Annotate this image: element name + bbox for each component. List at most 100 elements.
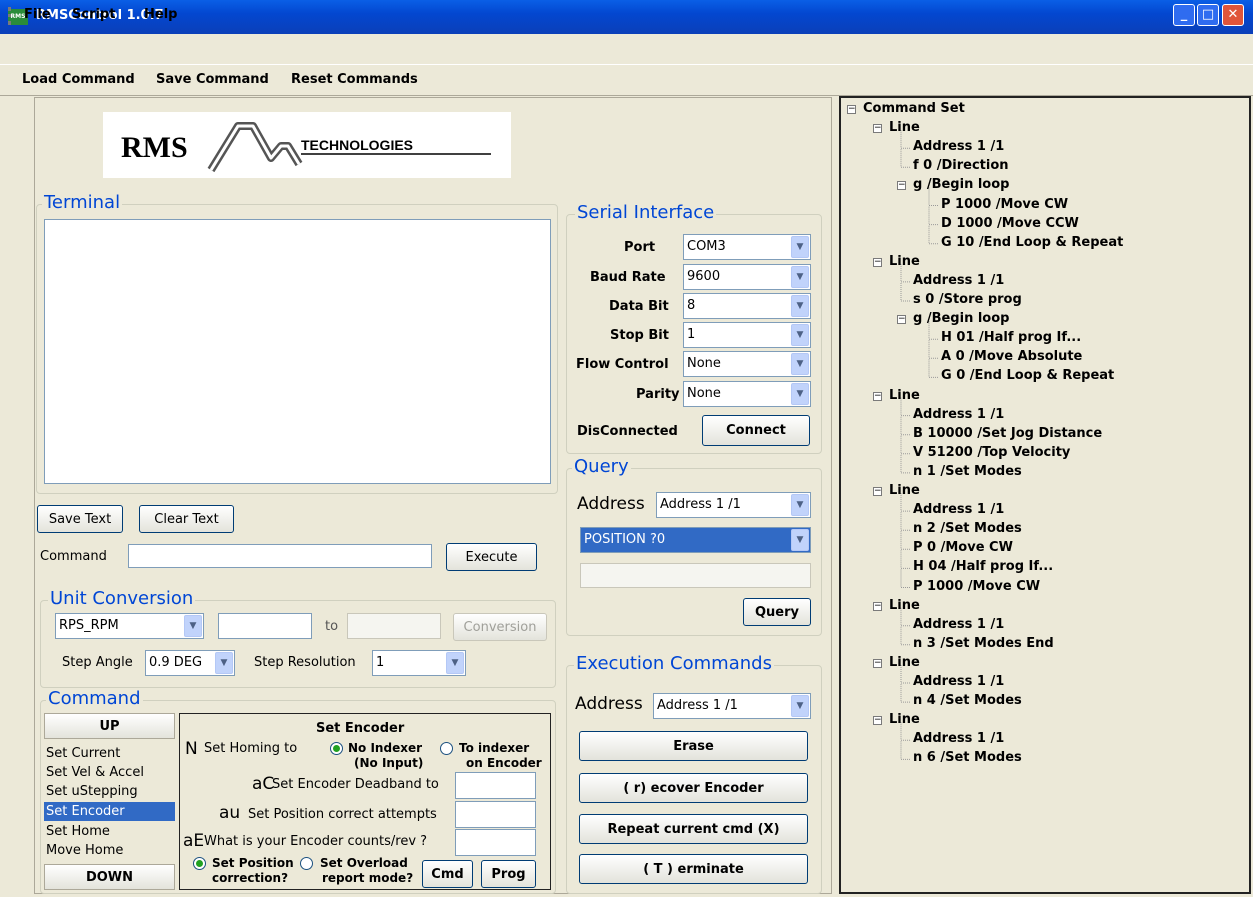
tree-root[interactable]: Command Set — [863, 101, 965, 116]
tree-node[interactable]: g /Begin loop — [913, 311, 1009, 326]
chevron-down-icon[interactable]: ▼ — [446, 652, 464, 674]
counts-rev-input[interactable] — [455, 829, 536, 856]
step-angle-select[interactable]: 0.9 DEG ▼ — [145, 650, 235, 676]
menu-help[interactable]: Help — [144, 7, 177, 22]
tree-node[interactable]: n 1 /Set Modes — [913, 464, 1022, 479]
tree-node[interactable]: n 3 /Set Modes End — [913, 636, 1054, 651]
tree-node[interactable]: n 2 /Set Modes — [913, 521, 1022, 536]
prog-button[interactable]: Prog — [481, 860, 536, 888]
terminate-button[interactable]: ( T ) erminate — [579, 854, 808, 884]
chevron-down-icon[interactable]: ▼ — [791, 324, 809, 346]
query-command-select[interactable]: POSITION ?0 ▼ — [580, 527, 811, 553]
conversion-button[interactable]: Conversion — [453, 613, 547, 641]
tree-node[interactable]: Address 1 /1 — [913, 674, 1004, 689]
toolbar-grip-icon[interactable] — [8, 7, 11, 25]
list-item[interactable]: Set Vel & Accel — [44, 763, 175, 782]
menu-script[interactable]: Script — [72, 7, 115, 22]
tree-node-line[interactable]: Line — [889, 712, 920, 727]
list-item[interactable]: Set Home — [44, 822, 175, 841]
tree-node[interactable]: H 04 /Half prog If... — [913, 559, 1053, 574]
tree-node[interactable]: D 1000 /Move CCW — [941, 216, 1079, 231]
list-item[interactable]: Set Current — [44, 744, 175, 763]
to-indexer-radio[interactable] — [440, 742, 453, 755]
tree-node[interactable]: f 0 /Direction — [913, 158, 1009, 173]
tree-collapse-icon[interactable]: − — [873, 716, 882, 726]
execute-button[interactable]: Execute — [446, 543, 537, 571]
command-tree[interactable]: − Command Set − Line Address 1 /1 f 0 /Direct… — [839, 96, 1251, 894]
menu-file[interactable]: File — [24, 7, 51, 22]
close-button[interactable]: ✕ — [1222, 4, 1244, 26]
port-select[interactable]: COM3 ▼ — [683, 234, 811, 260]
tree-collapse-icon[interactable]: − — [873, 601, 882, 611]
tree-node[interactable]: n 6 /Set Modes — [913, 750, 1022, 765]
tree-node-line[interactable]: Line — [889, 483, 920, 498]
tree-node[interactable]: G 0 /End Loop & Repeat — [941, 368, 1114, 383]
tree-node[interactable]: n 4 /Set Modes — [913, 693, 1022, 708]
command-list[interactable]: Set Current Set Vel & Accel Set uSteppin… — [44, 744, 175, 864]
conversion-input[interactable] — [218, 613, 312, 639]
command-input[interactable] — [128, 544, 432, 568]
chevron-down-icon[interactable]: ▼ — [791, 266, 809, 288]
command-up-button[interactable]: UP — [44, 713, 175, 739]
tree-node[interactable]: V 51200 /Top Velocity — [913, 445, 1070, 460]
tree-collapse-icon[interactable]: − — [873, 658, 882, 668]
chevron-down-icon[interactable]: ▼ — [184, 615, 202, 637]
flow-control-select[interactable]: None ▼ — [683, 351, 811, 377]
tree-node[interactable]: Address 1 /1 — [913, 502, 1004, 517]
tree-node[interactable]: Address 1 /1 — [913, 273, 1004, 288]
erase-button[interactable]: Erase — [579, 731, 808, 761]
load-command-button[interactable]: Load Command — [22, 72, 135, 87]
tree-node-line[interactable]: Line — [889, 388, 920, 403]
chevron-down-icon[interactable]: ▼ — [791, 383, 809, 405]
title-bar[interactable] — [0, 0, 1253, 34]
tree-collapse-icon[interactable]: − — [897, 181, 906, 191]
tree-collapse-icon[interactable]: − — [873, 124, 882, 134]
terminal-output[interactable] — [44, 219, 551, 484]
no-indexer-radio[interactable] — [330, 742, 343, 755]
stop-bit-select[interactable]: 1 ▼ — [683, 322, 811, 348]
position-correction-radio[interactable] — [193, 857, 206, 870]
parity-select[interactable]: None ▼ — [683, 381, 811, 407]
deadband-input[interactable] — [455, 772, 536, 799]
chevron-down-icon[interactable]: ▼ — [791, 295, 809, 317]
exec-address-select[interactable]: Address 1 /1 ▼ — [653, 693, 811, 719]
list-item[interactable]: Move Home — [44, 841, 175, 860]
clear-text-button[interactable]: Clear Text — [139, 505, 234, 533]
data-bit-select[interactable]: 8 ▼ — [683, 293, 811, 319]
tree-node[interactable]: H 01 /Half prog If... — [941, 330, 1081, 345]
tree-node[interactable]: Address 1 /1 — [913, 731, 1004, 746]
tree-node[interactable]: s 0 /Store prog — [913, 292, 1022, 307]
tree-node[interactable]: G 10 /End Loop & Repeat — [941, 235, 1123, 250]
repeat-current-cmd-button[interactable]: Repeat current cmd (X) — [579, 814, 808, 844]
tree-collapse-icon[interactable]: − — [897, 315, 906, 325]
reset-commands-button[interactable]: Reset Commands — [291, 72, 418, 87]
tree-node[interactable]: A 0 /Move Absolute — [941, 349, 1082, 364]
tree-node[interactable]: B 10000 /Set Jog Distance — [913, 426, 1102, 441]
tree-node-line[interactable]: Line — [889, 254, 920, 269]
tree-node[interactable]: P 0 /Move CW — [913, 540, 1013, 555]
save-command-button[interactable]: Save Command — [156, 72, 269, 87]
chevron-down-icon[interactable]: ▼ — [791, 695, 809, 717]
tree-collapse-icon[interactable]: − — [873, 391, 882, 401]
tree-collapse-icon[interactable]: − — [873, 257, 882, 267]
tree-node[interactable]: P 1000 /Move CW — [941, 197, 1068, 212]
tree-node[interactable]: g /Begin loop — [913, 177, 1009, 192]
tree-node-line[interactable]: Line — [889, 598, 920, 613]
list-item[interactable]: Set Encoder — [44, 802, 175, 821]
save-text-button[interactable]: Save Text — [37, 505, 123, 533]
cmd-button[interactable]: Cmd — [422, 860, 473, 888]
query-button[interactable]: Query — [743, 598, 811, 626]
chevron-down-icon[interactable]: ▼ — [791, 353, 809, 375]
tree-node[interactable]: Address 1 /1 — [913, 617, 1004, 632]
recover-encoder-button[interactable]: ( r) ecover Encoder — [579, 773, 808, 803]
unit-select[interactable]: RPS_RPM ▼ — [55, 613, 204, 639]
tree-node-line[interactable]: Line — [889, 120, 920, 135]
overload-report-radio[interactable] — [300, 857, 313, 870]
chevron-down-icon[interactable]: ▼ — [791, 494, 809, 516]
maximize-button[interactable]: □ — [1197, 4, 1219, 26]
command-down-button[interactable]: DOWN — [44, 864, 175, 890]
tree-node[interactable]: Address 1 /1 — [913, 407, 1004, 422]
tree-node[interactable]: P 1000 /Move CW — [913, 579, 1040, 594]
chevron-down-icon[interactable]: ▼ — [215, 652, 233, 674]
correct-attempts-input[interactable] — [455, 801, 536, 828]
